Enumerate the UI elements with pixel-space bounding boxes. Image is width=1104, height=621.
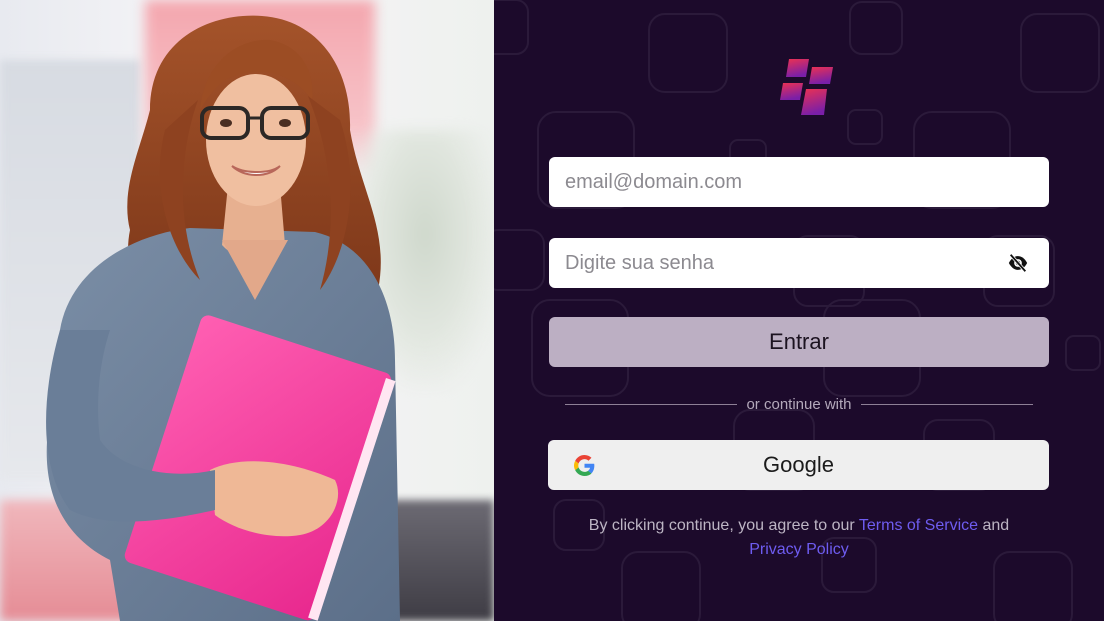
email-placeholder: email@domain.com (565, 170, 743, 193)
brand-logo-icon (780, 59, 833, 115)
terms-of-service-link[interactable]: Terms of Service (859, 517, 978, 534)
divider-line-left (565, 403, 738, 405)
google-signin-button[interactable]: Google (548, 440, 1049, 490)
eye-slash-icon[interactable] (1007, 252, 1029, 274)
submit-button[interactable]: Entrar (549, 317, 1049, 367)
privacy-policy-link[interactable]: Privacy Policy (749, 541, 849, 558)
legal-prefix: By clicking continue, you agree to our (588, 517, 855, 534)
legal-conjunction: and (982, 517, 1010, 534)
google-g-icon (574, 455, 595, 476)
email-field[interactable]: email@domain.com (549, 157, 1049, 207)
legal-notice: By clicking continue, you agree to our T… (554, 514, 1044, 562)
login-panel: email@domain.com Digite sua senha Entrar… (494, 0, 1104, 621)
password-field[interactable]: Digite sua senha (549, 238, 1049, 288)
password-placeholder: Digite sua senha (565, 251, 714, 274)
divider-text: or continue with (746, 395, 852, 413)
divider-line-right (860, 403, 1033, 405)
google-label: Google (763, 452, 834, 477)
woman-holding-folder (46, 15, 401, 621)
hero-photo (0, 0, 494, 621)
continue-divider: or continue with (565, 394, 1033, 414)
